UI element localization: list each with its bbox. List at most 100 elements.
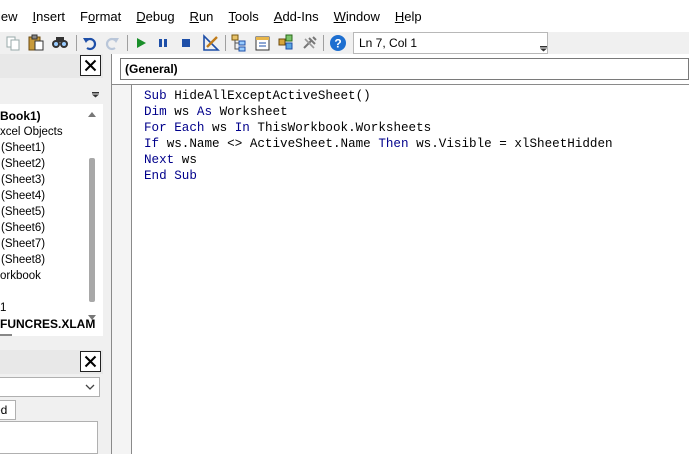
properties-close-button[interactable] — [80, 351, 101, 372]
code-margin-indicator-bar[interactable] — [112, 85, 132, 454]
menu-label-part: ools — [234, 9, 259, 24]
toolbar-overflow-icon[interactable] — [539, 38, 548, 54]
menu-item-8[interactable]: Help — [388, 0, 430, 32]
properties-icon[interactable] — [252, 33, 274, 53]
copy-icon[interactable] — [4, 33, 22, 53]
menu-item-1[interactable]: Insert — [26, 0, 74, 32]
code-text: ws — [174, 105, 197, 119]
tree-item[interactable]: (Sheet2) — [1, 157, 45, 172]
code-keyword: Then — [378, 137, 417, 151]
properties-tab-categorized[interactable]: ed — [0, 400, 16, 420]
code-keyword: In — [234, 121, 258, 135]
design-mode-icon[interactable] — [200, 33, 222, 53]
menu-label-part: W — [333, 9, 346, 24]
project-tree-scrollbar[interactable] — [86, 106, 98, 328]
code-line[interactable]: For Each ws In ThisWorkbook.Worksheets — [144, 120, 689, 136]
tree-item[interactable]: (Sheet6) — [1, 221, 45, 236]
code-keyword: As — [196, 105, 220, 119]
undo-icon[interactable] — [80, 33, 100, 53]
code-keyword: End Sub — [144, 169, 197, 183]
tree-item[interactable]: (Sheet1) — [1, 141, 45, 156]
chevron-down-icon — [85, 384, 95, 390]
properties-grid[interactable] — [0, 421, 98, 454]
menu-item-6[interactable]: Add-Ins — [267, 0, 327, 32]
menu-label-part: dd-Ins — [282, 9, 319, 24]
paste-icon[interactable] — [25, 33, 47, 53]
properties-header — [0, 350, 103, 374]
properties-object-select[interactable] — [0, 377, 100, 397]
code-text: Worksheet — [219, 105, 288, 119]
project-explorer-icon[interactable] — [229, 33, 251, 53]
code-text: ws.Name <> ActiveSheet.Name — [166, 137, 379, 151]
menu-label-part: R — [189, 9, 199, 24]
code-keyword: For Each — [144, 121, 213, 135]
menu-label-part: elp — [404, 9, 422, 24]
code-text: ws — [181, 153, 197, 167]
reset-icon[interactable] — [178, 33, 194, 53]
code-text: ws.Visible = xlSheetHidden — [416, 137, 613, 151]
close-icon — [84, 59, 97, 72]
code-text: HideAllExceptActiveSheet() — [174, 89, 371, 103]
project-close-button[interactable] — [80, 55, 101, 76]
scroll-up-icon[interactable] — [87, 110, 97, 118]
menu-label-part: D — [136, 9, 146, 24]
break-icon[interactable] — [155, 33, 171, 53]
toolbox-icon[interactable] — [299, 33, 321, 53]
code-line[interactable]: End Sub — [144, 168, 689, 184]
tree-item[interactable]: FUNCRES.XLAM — [0, 317, 95, 332]
code-line[interactable]: Sub HideAllExceptActiveSheet() — [144, 88, 689, 104]
code-editor[interactable]: Sub HideAllExceptActiveSheet() Dim ws As … — [144, 88, 689, 454]
close-icon — [84, 355, 97, 368]
menu-item-7[interactable]: Window — [327, 0, 388, 32]
menu-item-0[interactable]: iew — [0, 0, 26, 32]
toolbar-separator — [76, 35, 77, 51]
code-keyword: Dim — [144, 105, 175, 119]
menu-item-5[interactable]: Tools — [221, 0, 266, 32]
object-browser-icon[interactable] — [275, 33, 297, 53]
toolbar-separator — [225, 35, 226, 51]
tree-item[interactable]: (Sheet7) — [1, 237, 45, 252]
scroll-thumb[interactable] — [89, 158, 95, 302]
menu-label-part: rmat — [95, 9, 122, 24]
cursor-position-readout: Ln 7, Col 1 — [353, 32, 548, 54]
toolbar-separator — [323, 35, 324, 51]
help-icon[interactable]: ? — [327, 33, 349, 53]
menu-label-part: iew — [0, 9, 18, 24]
menu-item-4[interactable]: Run — [183, 0, 222, 32]
code-text: ThisWorkbook.Worksheets — [257, 121, 432, 135]
standard-toolbar: ? Ln 7, Col 1 — [0, 32, 689, 54]
menu-label-part: un — [198, 9, 214, 24]
menu-label-part: F — [80, 9, 88, 24]
project-toolbar-overflow-icon[interactable] — [91, 82, 100, 100]
tree-item[interactable]: (Sheet4) — [1, 189, 45, 204]
code-keyword: If — [144, 137, 167, 151]
code-line[interactable]: If ws.Name <> ActiveSheet.Name Then ws.V… — [144, 136, 689, 152]
tree-item[interactable]: 1 — [0, 301, 6, 316]
code-keyword: Next — [144, 153, 182, 167]
menu-label-part: H — [394, 9, 405, 24]
find-icon[interactable] — [49, 33, 71, 53]
tree-item[interactable]: (Sheet8) — [1, 253, 45, 268]
menu-label-part: nsert — [36, 9, 66, 24]
toolbar-separator — [127, 35, 128, 51]
project-explorer-toolbar — [0, 78, 103, 104]
object-combo[interactable]: (General) — [120, 58, 689, 80]
menu-bar: iewInsertFormatDebugRunToolsAdd-InsWindo… — [0, 0, 689, 32]
menu-item-3[interactable]: Debug — [129, 0, 182, 32]
tree-item[interactable]: (Sheet3) — [1, 173, 45, 188]
code-text: ws — [212, 121, 235, 135]
tree-item[interactable]: xcel Objects — [0, 125, 63, 140]
redo-icon[interactable] — [103, 33, 121, 53]
code-line[interactable]: Next ws — [144, 152, 689, 168]
tree-item[interactable]: orkbook — [0, 269, 41, 284]
scroll-down-icon[interactable] — [87, 314, 97, 322]
code-header-divider — [111, 84, 689, 85]
project-explorer-header — [0, 54, 103, 78]
menu-label-part: ebug — [145, 9, 175, 24]
horizontal-scroll-thumb[interactable] — [0, 334, 12, 336]
run-icon[interactable] — [133, 33, 149, 53]
menu-item-2[interactable]: Format — [73, 0, 129, 32]
code-line[interactable]: Dim ws As Worksheet — [144, 104, 689, 120]
tree-item[interactable]: (Sheet5) — [1, 205, 45, 220]
tree-item[interactable]: Book1) — [0, 109, 41, 124]
